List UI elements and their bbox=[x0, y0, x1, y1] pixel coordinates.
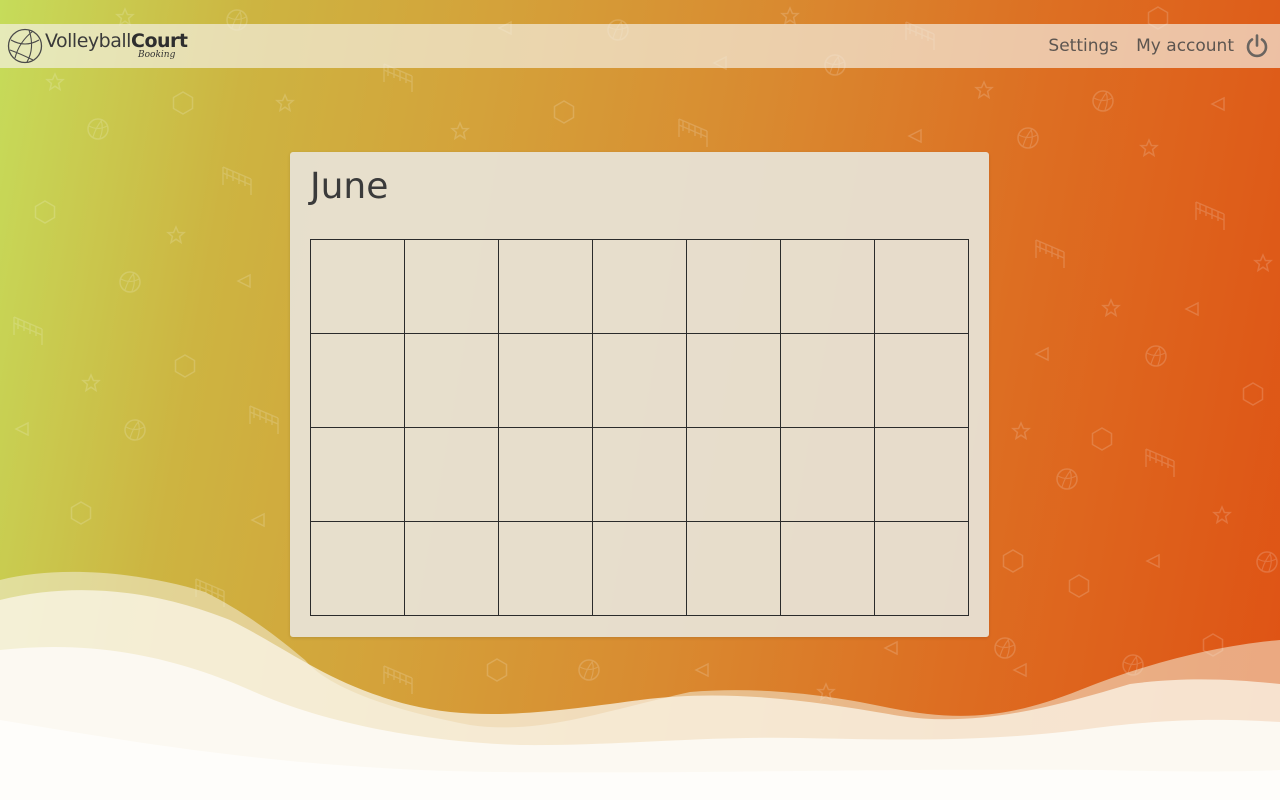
calendar-day-cell[interactable] bbox=[311, 522, 405, 616]
logo-word-court: Court bbox=[131, 30, 188, 52]
logo-word-volleyball: Volleyball bbox=[45, 30, 131, 52]
calendar-day-cell[interactable] bbox=[875, 428, 969, 522]
calendar-day-cell[interactable] bbox=[687, 240, 781, 334]
calendar-day-cell[interactable] bbox=[593, 522, 687, 616]
calendar-day-cell[interactable] bbox=[499, 428, 593, 522]
calendar-day-cell[interactable] bbox=[405, 522, 499, 616]
calendar-day-cell[interactable] bbox=[875, 334, 969, 428]
calendar-day-cell[interactable] bbox=[499, 522, 593, 616]
logo-wordmark: Volleyball Court Booking bbox=[45, 27, 188, 65]
calendar-day-cell[interactable] bbox=[781, 522, 875, 616]
calendar-grid bbox=[310, 239, 969, 616]
app-logo[interactable]: Volleyball Court Booking bbox=[7, 27, 188, 65]
calendar-day-cell[interactable] bbox=[687, 522, 781, 616]
calendar-day-cell[interactable] bbox=[875, 522, 969, 616]
calendar-day-cell[interactable] bbox=[405, 240, 499, 334]
calendar-day-cell[interactable] bbox=[311, 240, 405, 334]
calendar-day-cell[interactable] bbox=[311, 334, 405, 428]
calendar-day-cell[interactable] bbox=[687, 428, 781, 522]
calendar-day-cell[interactable] bbox=[499, 240, 593, 334]
calendar-card: June bbox=[290, 152, 989, 637]
top-nav-links: Settings My account bbox=[1048, 24, 1280, 68]
calendar-day-cell[interactable] bbox=[781, 240, 875, 334]
logo-subtitle: Booking bbox=[138, 50, 176, 60]
calendar-day-cell[interactable] bbox=[687, 334, 781, 428]
volleyball-icon bbox=[7, 28, 43, 64]
month-title: June bbox=[310, 166, 389, 207]
calendar-day-cell[interactable] bbox=[781, 334, 875, 428]
settings-link[interactable]: Settings bbox=[1048, 36, 1118, 56]
calendar-day-cell[interactable] bbox=[311, 428, 405, 522]
calendar-day-cell[interactable] bbox=[405, 428, 499, 522]
top-navigation-bar: Volleyball Court Booking Settings My acc… bbox=[0, 24, 1280, 68]
calendar-day-cell[interactable] bbox=[593, 240, 687, 334]
my-account-link[interactable]: My account bbox=[1136, 36, 1234, 56]
calendar-day-cell[interactable] bbox=[593, 334, 687, 428]
power-icon[interactable] bbox=[1244, 33, 1270, 59]
calendar-day-cell[interactable] bbox=[781, 428, 875, 522]
calendar-day-cell[interactable] bbox=[593, 428, 687, 522]
calendar-day-cell[interactable] bbox=[405, 334, 499, 428]
calendar-day-cell[interactable] bbox=[499, 334, 593, 428]
calendar-day-cell[interactable] bbox=[875, 240, 969, 334]
